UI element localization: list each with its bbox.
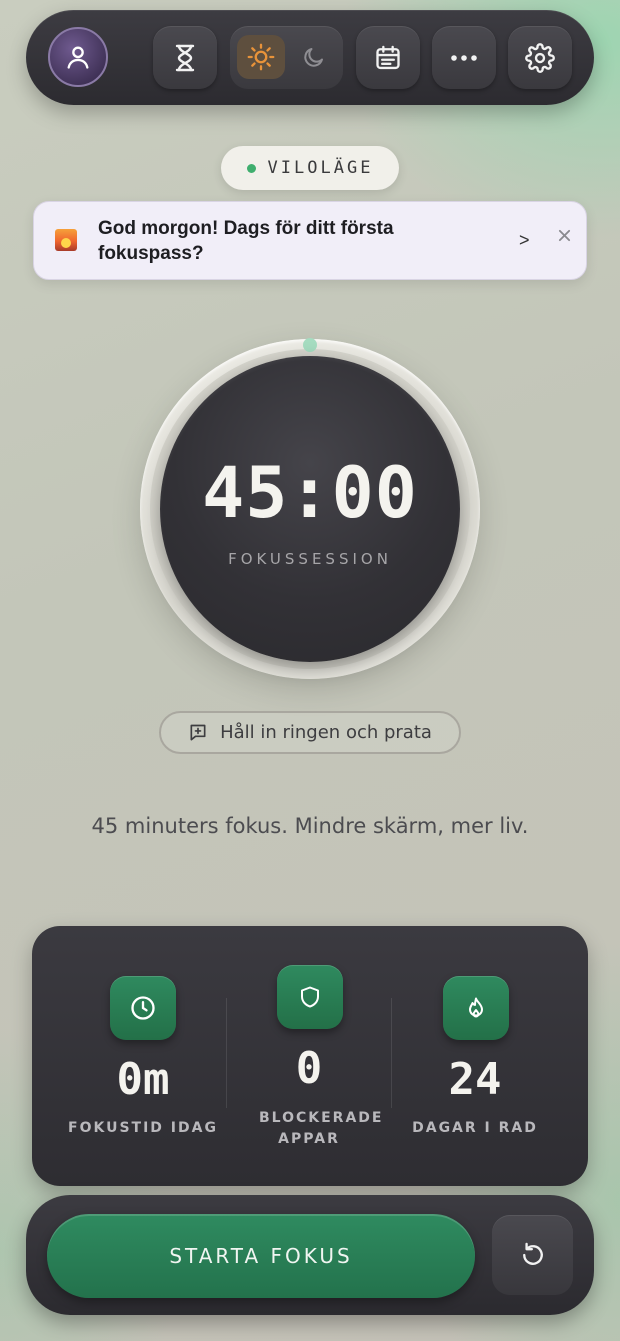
status-label: VILOLÄGE: [267, 158, 374, 178]
notification-open-arrow[interactable]: >: [519, 230, 530, 251]
more-icon: [451, 54, 477, 61]
hourglass-icon: [175, 44, 195, 71]
blocked-apps-icon-tile: [277, 965, 343, 1029]
notification-text: God morgon! Dags för ditt första fokuspa…: [98, 218, 394, 264]
calendar-icon: [376, 45, 400, 69]
blocked-apps-label: BLOCKERADE APPAR: [259, 1110, 384, 1147]
hold-to-talk-label: Håll in ringen och prata: [220, 722, 432, 743]
status-dot: [246, 163, 256, 173]
progress-indicator-dot: [303, 338, 317, 352]
streak-value: 24: [448, 1054, 502, 1105]
start-focus-button[interactable]: STARTA FOKUS: [47, 1214, 475, 1298]
hold-to-talk-button[interactable]: Håll in ringen och prata: [159, 711, 461, 754]
timer-session-label: FOKUSSESSION: [228, 550, 392, 568]
calendar-button[interactable]: [356, 26, 420, 89]
settings-button[interactable]: [508, 26, 572, 89]
reset-button[interactable]: [492, 1215, 573, 1295]
moon-icon: [304, 48, 323, 67]
profile-button[interactable]: [48, 27, 108, 87]
focus-time-label: FOKUSTID IDAG: [68, 1120, 218, 1136]
status-badge: VILOLÄGE: [221, 146, 399, 190]
more-button[interactable]: [432, 26, 496, 89]
sunrise-image: [55, 229, 77, 251]
bottom-action-bar: STARTA FOKUS: [26, 1195, 594, 1315]
reset-icon: [522, 1242, 543, 1265]
shield-icon: [301, 986, 319, 1008]
streak-label: DAGAR I RAD: [412, 1120, 538, 1136]
stats-card: 0m FOKUSTID IDAG 0 BLOCKERADE APPAR 24 D…: [32, 926, 588, 1186]
clock-icon: [131, 996, 155, 1020]
flame-icon: [469, 997, 483, 1018]
start-focus-label: STARTA FOKUS: [169, 1244, 353, 1268]
dark-mode-option[interactable]: [290, 35, 338, 79]
focus-time-value: 0m: [116, 1054, 170, 1105]
top-toolbar: [26, 10, 594, 105]
theme-toggle[interactable]: [230, 26, 343, 89]
sun-icon: [247, 43, 275, 71]
notification-close-button[interactable]: [554, 225, 574, 245]
timer-display: 45:00: [202, 452, 418, 534]
chat-add-icon: [190, 724, 206, 740]
streak-icon-tile: [443, 976, 509, 1040]
tagline: 45 minuters fokus. Mindre skärm, mer liv…: [91, 814, 529, 838]
timer-mode-button[interactable]: [153, 26, 217, 89]
user-icon: [67, 46, 89, 69]
focus-time-icon-tile: [110, 976, 176, 1040]
close-icon: [558, 229, 570, 241]
settings-icon: [525, 42, 555, 73]
blocked-apps-value: 0: [295, 1043, 323, 1094]
light-mode-option[interactable]: [237, 35, 285, 79]
greeting-notification[interactable]: God morgon! Dags för ditt första fokuspa…: [33, 201, 587, 280]
